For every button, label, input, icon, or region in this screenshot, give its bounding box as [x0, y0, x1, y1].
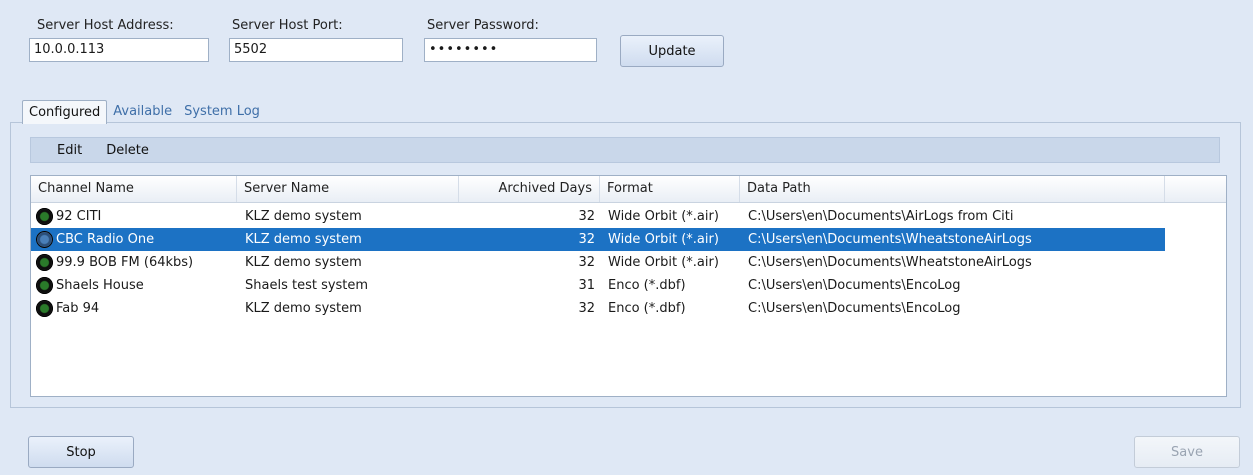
edit-button[interactable]: Edit: [57, 143, 94, 158]
archived-days-cell: 31: [578, 278, 595, 293]
channel-status-icon: [36, 277, 53, 294]
channel-status-icon: [36, 300, 53, 317]
channel-name-cell: Fab 94: [56, 301, 100, 316]
channel-name-cell: 99.9 BOB FM (64kbs): [56, 255, 194, 270]
channel-name-cell: Shaels House: [56, 278, 144, 293]
server-port-label: Server Host Port:: [232, 18, 343, 33]
format-cell: Enco (*.dbf): [608, 278, 686, 293]
channel-status-icon: [36, 254, 53, 271]
table-row-selected[interactable]: CBC Radio One KLZ demo system 32 Wide Or…: [31, 228, 1165, 251]
channel-status-icon: [36, 208, 53, 225]
table-row[interactable]: Fab 94 KLZ demo system 32 Enco (*.dbf) C…: [31, 297, 1165, 320]
server-name-cell: KLZ demo system: [245, 255, 362, 270]
format-cell: Wide Orbit (*.air): [608, 255, 719, 270]
update-button[interactable]: Update: [620, 35, 724, 67]
data-path-cell: C:\Users\en\Documents\EncoLog: [748, 278, 961, 293]
server-name-cell: KLZ demo system: [245, 301, 362, 316]
data-path-cell: C:\Users\en\Documents\AirLogs from Citi: [748, 209, 1014, 224]
channel-name-cell: CBC Radio One: [56, 232, 155, 247]
table-row[interactable]: Shaels House Shaels test system 31 Enco …: [31, 274, 1165, 297]
data-path-cell: C:\Users\en\Documents\WheatstoneAirLogs: [748, 232, 1032, 247]
format-cell: Enco (*.dbf): [608, 301, 686, 316]
server-name-cell: Shaels test system: [245, 278, 369, 293]
delete-button[interactable]: Delete: [94, 143, 161, 158]
column-header-channel-name[interactable]: Channel Name: [31, 176, 237, 202]
column-header-server-name[interactable]: Server Name: [237, 176, 459, 202]
tab-strip: Configured Available System Log: [22, 97, 266, 124]
column-header-filler: [1165, 176, 1226, 202]
column-header-data-path[interactable]: Data Path: [740, 176, 1165, 202]
archived-days-cell: 32: [578, 301, 595, 316]
data-path-cell: C:\Users\en\Documents\EncoLog: [748, 301, 961, 316]
archived-days-cell: 32: [578, 209, 595, 224]
column-header-format[interactable]: Format: [600, 176, 740, 202]
stop-button[interactable]: Stop: [28, 436, 134, 468]
server-password-input[interactable]: ••••••••: [424, 38, 597, 62]
data-path-cell: C:\Users\en\Documents\WheatstoneAirLogs: [748, 255, 1032, 270]
archived-days-cell: 32: [578, 232, 595, 247]
server-name-cell: KLZ demo system: [245, 209, 362, 224]
server-host-label: Server Host Address:: [37, 18, 174, 33]
column-header-archived-days[interactable]: Archived Days: [459, 176, 600, 202]
channel-status-icon: [36, 231, 53, 248]
server-password-label: Server Password:: [427, 18, 539, 33]
tab-available[interactable]: Available: [107, 100, 178, 123]
format-cell: Wide Orbit (*.air): [608, 209, 719, 224]
tab-system-log[interactable]: System Log: [178, 100, 266, 123]
server-port-input[interactable]: 5502: [229, 38, 403, 62]
grid-toolbar: Edit Delete: [30, 137, 1220, 163]
server-name-cell: KLZ demo system: [245, 232, 362, 247]
channels-grid[interactable]: Channel Name Server Name Archived Days F…: [30, 175, 1227, 397]
grid-header: Channel Name Server Name Archived Days F…: [31, 176, 1226, 203]
tab-configured[interactable]: Configured: [22, 100, 108, 124]
archived-days-cell: 32: [578, 255, 595, 270]
save-button[interactable]: Save: [1134, 436, 1240, 468]
channel-name-cell: 92 CITI: [56, 209, 102, 224]
table-row[interactable]: 99.9 BOB FM (64kbs) KLZ demo system 32 W…: [31, 251, 1165, 274]
format-cell: Wide Orbit (*.air): [608, 232, 719, 247]
server-host-input[interactable]: 10.0.0.113: [29, 38, 209, 62]
table-row[interactable]: 92 CITI KLZ demo system 32 Wide Orbit (*…: [31, 205, 1165, 228]
